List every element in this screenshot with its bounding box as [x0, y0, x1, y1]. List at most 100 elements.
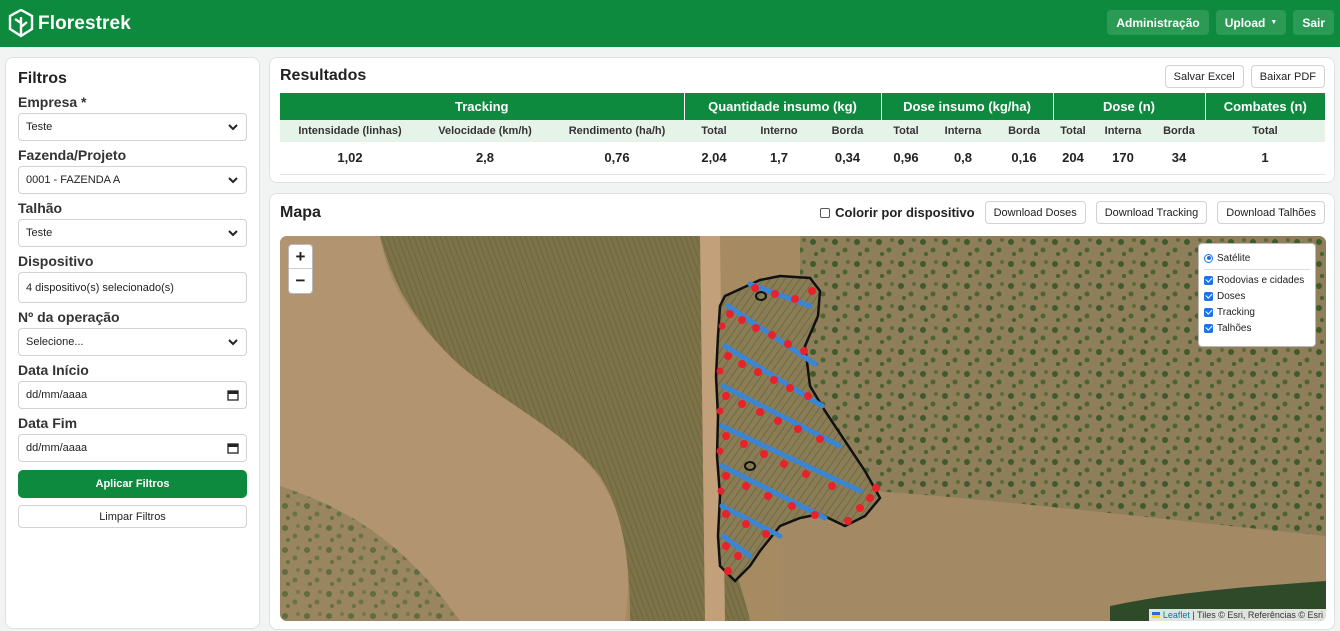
calendar-icon[interactable]: [227, 442, 239, 454]
layer-doses[interactable]: Doses: [1204, 288, 1310, 304]
dispositivo-multiselect[interactable]: 4 dispositivo(s) selecionado(s): [18, 272, 247, 303]
filters-panel: Filtros Empresa * Teste Fazenda/Projeto …: [5, 57, 260, 629]
group-header: Dose insumo (kg/ha): [880, 93, 1053, 120]
dispositivo-label: Dispositivo: [18, 253, 94, 269]
column-header: Intensidade (linhas): [280, 120, 420, 142]
dispositivo-value: 4 dispositivo(s) selecionado(s): [26, 281, 174, 294]
leaflet-link[interactable]: Leaflet: [1163, 610, 1190, 620]
save-excel-button[interactable]: Salvar Excel: [1164, 65, 1244, 88]
results-table: Tracking Quantidade insumo (kg) Dose ins…: [280, 93, 1325, 175]
checkbox-checked-icon[interactable]: [1204, 291, 1213, 301]
map-title: Mapa: [280, 204, 321, 221]
table-cell: 0,76: [550, 142, 684, 175]
download-pdf-button[interactable]: Baixar PDF: [1250, 65, 1325, 88]
layer-label: Satélite: [1217, 252, 1251, 264]
fazenda-value: 0001 - FAZENDA A: [26, 174, 121, 186]
zoom-control: + −: [288, 244, 313, 294]
brand-name: Florestrek: [38, 12, 131, 34]
operacao-value: Selecione...: [26, 336, 84, 348]
layer-talhoes[interactable]: Talhões: [1204, 320, 1310, 336]
zoom-out-button[interactable]: −: [289, 269, 312, 293]
checkbox-checked-icon[interactable]: [1204, 323, 1213, 333]
ukraine-flag-icon: [1152, 612, 1161, 618]
top-navbar: Florestrek Administração Upload ▼ Sair: [0, 0, 1340, 47]
empresa-label: Empresa *: [18, 94, 87, 110]
table-cell: 1: [1205, 142, 1325, 175]
checkbox-icon[interactable]: [820, 207, 831, 218]
zoom-in-button[interactable]: +: [289, 245, 312, 269]
layer-label: Doses: [1217, 290, 1246, 302]
logout-button[interactable]: Sair: [1293, 10, 1334, 35]
layer-rodovias[interactable]: Rodovias e cidades: [1204, 272, 1310, 288]
table-cell: 2,8: [420, 142, 550, 175]
table-cell: 1,7: [744, 142, 814, 175]
column-header: Interna: [931, 120, 995, 142]
group-header: Tracking: [280, 93, 684, 120]
download-doses-button[interactable]: Download Doses: [984, 201, 1086, 224]
checkbox-checked-icon[interactable]: [1204, 275, 1213, 285]
empresa-select[interactable]: Teste: [18, 113, 247, 141]
table-cell: 0,8: [931, 142, 995, 175]
group-header: Combates (n): [1204, 93, 1325, 120]
map-view[interactable]: + − Satélite Rodovias e cidades Doses Tr…: [280, 236, 1326, 621]
download-talhoes-button[interactable]: Download Talhões: [1217, 201, 1325, 224]
upload-label: Upload: [1224, 15, 1266, 30]
column-header: Total: [1205, 120, 1325, 142]
clear-filters-button[interactable]: Limpar Filtros: [18, 505, 247, 528]
color-by-device-toggle[interactable]: Colorir por dispositivo: [820, 205, 975, 220]
layer-control: Satélite Rodovias e cidades Doses Tracki…: [1198, 243, 1316, 347]
map-card: Mapa Colorir por dispositivo Download Do…: [269, 193, 1335, 630]
layer-tracking[interactable]: Tracking: [1204, 304, 1310, 320]
layer-label: Tracking: [1217, 306, 1255, 318]
download-tracking-button[interactable]: Download Tracking: [1095, 201, 1208, 224]
results-subheader-row: Intensidade (linhas) Velocidade (km/h) R…: [280, 120, 1325, 142]
column-header: Total: [1053, 120, 1093, 142]
chevron-down-icon: [228, 339, 238, 346]
column-header: Borda: [1153, 120, 1205, 142]
column-header: Interna: [1093, 120, 1153, 142]
checkbox-checked-icon[interactable]: [1204, 307, 1213, 317]
chevron-down-icon: [228, 124, 238, 131]
table-cell: 0,34: [814, 142, 881, 175]
operacao-select[interactable]: Selecione...: [18, 328, 247, 356]
data-inicio-label: Data Início: [18, 362, 89, 378]
caret-down-icon: ▼: [1270, 19, 1278, 26]
column-header: Velocidade (km/h): [420, 120, 550, 142]
calendar-icon[interactable]: [227, 389, 239, 401]
column-header: Borda: [814, 120, 881, 142]
table-cell: 170: [1093, 142, 1153, 175]
data-fim-label: Data Fim: [18, 415, 78, 431]
column-header: Total: [881, 120, 931, 142]
group-header: Dose (n): [1052, 93, 1205, 120]
table-row: 1,02 2,8 0,76 2,04 1,7 0,34 0,96 0,8 0,1…: [280, 142, 1325, 175]
column-header: Total: [684, 120, 744, 142]
group-header: Quantidade insumo (kg): [683, 93, 881, 120]
results-card: Resultados Salvar Excel Baixar PDF Track…: [269, 57, 1335, 183]
brand[interactable]: Florestrek: [8, 8, 131, 39]
table-cell: 2,04: [684, 142, 744, 175]
admin-button[interactable]: Administração: [1107, 10, 1209, 35]
data-fim-input[interactable]: dd/mm/aaaa: [18, 434, 247, 462]
layer-label: Talhões: [1217, 322, 1252, 334]
operacao-label: Nº da operação: [18, 309, 120, 325]
satellite-map-image[interactable]: [280, 236, 1326, 621]
table-cell: 0,96: [881, 142, 931, 175]
table-cell: 204: [1053, 142, 1093, 175]
attribution-text: | Tiles © Esri, Referências © Esri: [1189, 610, 1323, 620]
layer-satelite[interactable]: Satélite: [1204, 250, 1310, 266]
data-fim-placeholder: dd/mm/aaaa: [26, 442, 88, 454]
upload-dropdown-button[interactable]: Upload ▼: [1215, 10, 1287, 35]
data-inicio-input[interactable]: dd/mm/aaaa: [18, 381, 247, 409]
column-header: Borda: [995, 120, 1053, 142]
apply-filters-button[interactable]: Aplicar Filtros: [18, 470, 247, 498]
results-title: Resultados: [280, 67, 367, 84]
table-cell: 34: [1153, 142, 1205, 175]
fazenda-label: Fazenda/Projeto: [18, 147, 127, 163]
talhao-label: Talhão: [18, 200, 63, 216]
fazenda-select[interactable]: 0001 - FAZENDA A: [18, 166, 247, 194]
radio-icon[interactable]: [1204, 253, 1213, 263]
map-attribution: Leaflet | Tiles © Esri, Referências © Es…: [1149, 609, 1326, 621]
table-cell: 0,16: [995, 142, 1053, 175]
talhao-select[interactable]: Teste: [18, 219, 247, 247]
leaf-logo-icon: [8, 8, 34, 37]
